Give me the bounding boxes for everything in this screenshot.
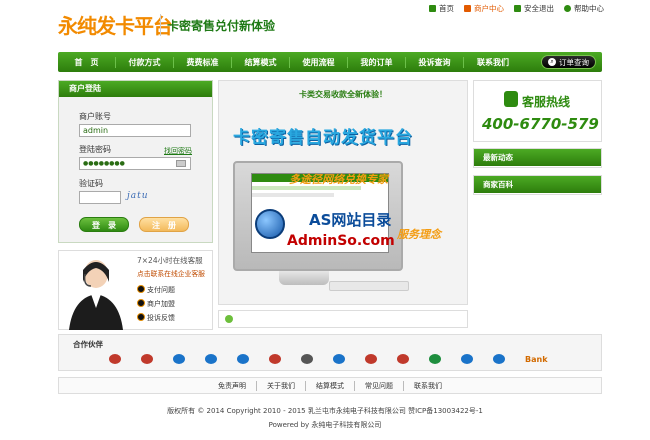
powered-by-text: Powered by 永纯电子科技有限公司 (268, 421, 382, 429)
user-icon (464, 5, 471, 12)
partner-logo-icon[interactable] (333, 354, 345, 364)
footer-link-contact[interactable]: 联系我们 (404, 381, 452, 391)
partner-logo-icon[interactable] (205, 354, 217, 364)
promo-banner[interactable]: 卡类交易收款全新体验！ 卡密寄售自动发货平台 多途径网络兑换专家 服务理念 AS… (218, 80, 468, 305)
monitor-stand (279, 271, 329, 285)
top-link-help[interactable]: 帮助中心 (564, 3, 604, 14)
partner-logo-icon[interactable] (141, 354, 153, 364)
banner-tagline-2: 服务理念 (397, 228, 441, 241)
watermark-text-1: AS网站目录 (309, 211, 392, 229)
lock-icon (514, 5, 521, 12)
service-item-payment[interactable]: 支付问题 (147, 285, 175, 295)
login-title: 商户登陆 (59, 81, 212, 97)
captcha-label: 验证码 (79, 179, 103, 188)
footer-link-disclaimer[interactable]: 免责声明 (208, 380, 257, 391)
site-slogan: 卡密寄售兑付新体验 (167, 19, 276, 33)
service-item-join[interactable]: 商户加盟 (147, 299, 175, 309)
password-input[interactable]: ●●●●●●●● (79, 157, 191, 170)
copyright-text: 版权所有 © 2014 Copyright 2010 - 2015 乳兰屯市永纯… (167, 407, 483, 415)
nav-item-complaints[interactable]: 投诉查询 (406, 56, 464, 68)
phone-icon (504, 91, 518, 107)
partner-logo-icon[interactable] (493, 354, 505, 364)
nav-item-settlement[interactable]: 结算模式 (232, 56, 290, 68)
qq-icon (137, 299, 145, 307)
captcha-image[interactable]: jatu (127, 191, 159, 205)
account-input[interactable]: admin (79, 124, 191, 137)
nav-item-payment[interactable]: 付款方式 (116, 56, 174, 68)
password-mask: ●●●●●●●● (83, 160, 125, 167)
banner-tagline-1: 多途径网络兑换专家 (289, 173, 388, 186)
keyboard-icon[interactable] (176, 160, 186, 167)
news-ticker (218, 310, 468, 328)
partners-bar: 合作伙伴 Bank (58, 334, 602, 371)
partner-logos: Bank (109, 354, 548, 364)
account-label: 商户账号 (79, 112, 111, 121)
service-contact-link[interactable]: 点击联系在线企业客服 (137, 268, 205, 278)
partners-title: 合作伙伴 (73, 340, 103, 349)
footer-link-about[interactable]: 关于我们 (257, 380, 306, 391)
password-label: 登陆密码 (79, 145, 111, 154)
partner-logo-icon[interactable] (461, 354, 473, 364)
watermark-text-2: AdminSo.com (287, 233, 395, 249)
top-link-label: 帮助中心 (574, 4, 604, 13)
partner-logo-icon[interactable] (109, 354, 121, 364)
hotline-title: 客服热线 (522, 95, 571, 109)
partner-logo-icon[interactable] (429, 354, 441, 364)
partner-logo-icon[interactable] (173, 354, 185, 364)
latest-news-title[interactable]: 最新动态 (474, 149, 601, 166)
partner-logo-icon[interactable] (301, 354, 313, 364)
footer-link-settlement[interactable]: 结算模式 (306, 380, 355, 391)
banner-title: 卡密寄售自动发货平台 (233, 128, 413, 148)
captcha-input[interactable] (79, 191, 121, 204)
footer-link-faq[interactable]: 常见问题 (355, 380, 404, 391)
page: 永纯发卡平台 卡密寄售兑付新体验 首页 商户中心 安全退出 帮助中心 首 页 付… (0, 0, 650, 440)
keyboard-image (329, 281, 409, 291)
partner-bank-logo[interactable]: Bank (525, 355, 548, 364)
partner-logo-icon[interactable] (397, 354, 409, 364)
top-link-home[interactable]: 首页 (429, 3, 454, 14)
order-query-label: 订单查询 (559, 57, 589, 67)
customer-service-panel: 7×24小时在线客服 点击联系在线企业客服 支付问题 商户加盟 投诉反馈 (58, 250, 213, 330)
partner-logo-icon[interactable] (365, 354, 377, 364)
search-icon: ⌕ (548, 58, 556, 66)
top-link-merchant-center[interactable]: 商户中心 (464, 3, 504, 14)
top-link-label: 安全退出 (524, 4, 554, 13)
qq-icon (137, 285, 145, 293)
footer-links: 免责声明 关于我们 结算模式 常见问题 联系我们 (58, 377, 602, 394)
service-hours: 7×24小时在线客服 (137, 256, 203, 265)
top-link-label: 商户中心 (474, 4, 504, 13)
order-query-button[interactable]: ⌕ 订单查询 (541, 55, 596, 69)
latest-news-box: 最新动态 (473, 148, 602, 168)
qq-icon (137, 313, 145, 321)
forgot-password-link[interactable]: 找回密码 (164, 146, 192, 156)
banner-top-text: 卡类交易收款全新体验！ (299, 90, 387, 99)
hotline-number: 400-6770-579 (482, 115, 599, 133)
globe-icon (255, 209, 285, 239)
login-panel: 商户登陆 商户账号 admin 登陆密码 找回密码 ●●●●●●●● 验证码 j… (58, 80, 213, 243)
site-logo[interactable]: 永纯发卡平台 (58, 10, 173, 39)
nav-item-contact[interactable]: 联系我们 (464, 57, 522, 68)
top-link-label: 首页 (439, 4, 454, 13)
top-links: 首页 商户中心 安全退出 帮助中心 (429, 3, 604, 14)
top-link-logout[interactable]: 安全退出 (514, 3, 554, 14)
merchant-wiki-title[interactable]: 商家百科 (474, 176, 601, 193)
home-icon (429, 5, 436, 12)
partner-logo-icon[interactable] (237, 354, 249, 364)
register-button[interactable]: 注 册 (139, 217, 189, 232)
logo-divider (160, 14, 161, 36)
main-nav: 首 页 付款方式 费费标准 结算模式 使用流程 我的订单 投诉查询 联系我们 ⌕… (58, 52, 602, 72)
nav-item-my-orders[interactable]: 我的订单 (348, 56, 406, 68)
nav-item-process[interactable]: 使用流程 (290, 56, 348, 68)
nav-item-home[interactable]: 首 页 (58, 56, 116, 68)
service-agent-image (69, 260, 123, 330)
hotline-box: 客服热线 400-6770-579 (473, 80, 602, 142)
merchant-wiki-box: 商家百科 (473, 175, 602, 195)
partner-logo-icon[interactable] (269, 354, 281, 364)
help-icon (564, 5, 571, 12)
service-item-complaint[interactable]: 投诉反馈 (147, 313, 175, 323)
login-button[interactable]: 登 录 (79, 217, 129, 232)
speaker-icon (225, 315, 233, 323)
nav-item-fees[interactable]: 费费标准 (174, 56, 232, 68)
